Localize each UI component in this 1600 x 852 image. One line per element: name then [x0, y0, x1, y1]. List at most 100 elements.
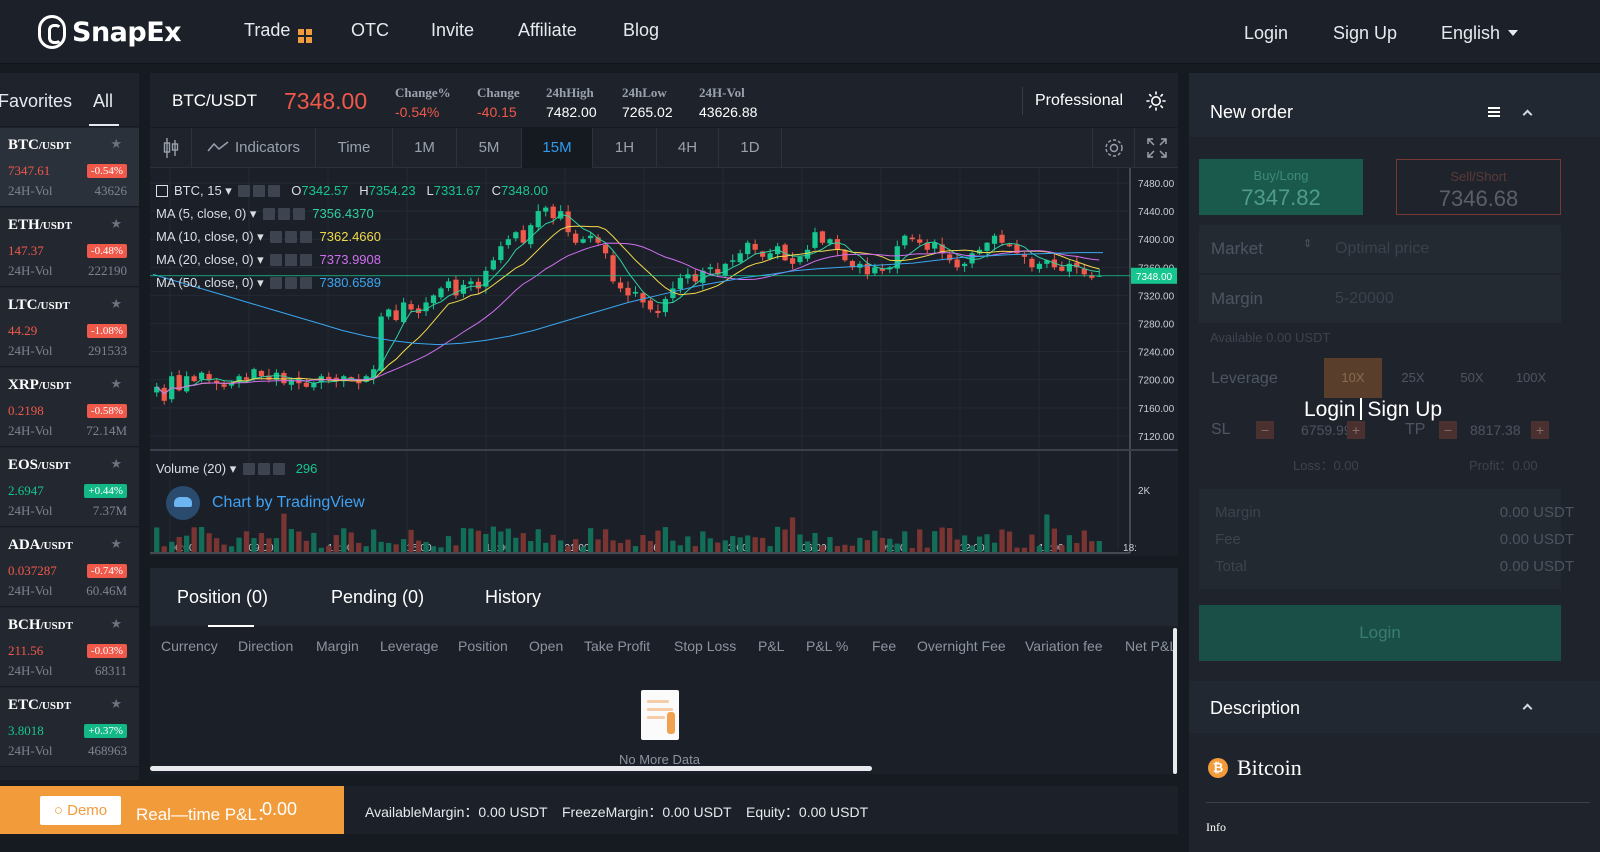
menu-icon[interactable] — [1488, 107, 1500, 117]
list-item[interactable]: ADA/USDT ★ 0.037287 -0.74% 24H-Vol 60.46M — [0, 528, 139, 607]
star-icon[interactable]: ★ — [110, 536, 122, 552]
sl-value[interactable]: 6759.99 — [1301, 422, 1352, 438]
login-link[interactable]: Login — [1244, 23, 1288, 44]
overlay-signup-link[interactable]: Sign Up — [1367, 398, 1442, 421]
vertical-scrollbar[interactable] — [1173, 628, 1177, 774]
star-icon[interactable]: ★ — [110, 376, 122, 392]
interval-5m[interactable]: 5M — [457, 128, 522, 168]
star-icon[interactable]: ★ — [110, 136, 122, 152]
volume-bar — [535, 529, 541, 552]
chevron-up-icon[interactable] — [1522, 703, 1533, 714]
interval-1d[interactable]: 1D — [719, 128, 782, 168]
star-icon[interactable]: ★ — [110, 296, 122, 312]
nav-blog[interactable]: Blog — [623, 20, 659, 41]
list-item[interactable]: LTC/USDT ★ 44.29 -1.08% 24H-Vol 291533 — [0, 288, 139, 367]
gear-icon[interactable] — [257, 463, 270, 475]
tab-all[interactable]: All — [93, 91, 113, 112]
buy-long-button[interactable]: Buy/Long 7347.82 — [1199, 159, 1363, 215]
close-icon[interactable] — [300, 277, 313, 289]
candle-type-button[interactable] — [150, 128, 192, 168]
sl-minus-button[interactable]: − — [1256, 421, 1274, 439]
tradingview-badge[interactable]: Chart by TradingView — [166, 486, 365, 520]
list-item[interactable]: ETC/USDT ★ 3.8018 +0.37% 24H-Vol 468963 — [0, 688, 139, 767]
sl-plus-button[interactable]: + — [1347, 421, 1365, 439]
settings-button[interactable] — [1092, 128, 1135, 168]
gear-icon[interactable] — [278, 208, 291, 220]
signup-link[interactable]: Sign Up — [1333, 23, 1397, 44]
eye-icon[interactable] — [238, 185, 251, 197]
volume-bar — [804, 541, 811, 552]
tp-minus-button[interactable]: − — [1439, 421, 1457, 439]
interval-4h[interactable]: 4H — [657, 128, 719, 168]
close-icon[interactable] — [293, 208, 306, 220]
tp-plus-button[interactable]: + — [1531, 421, 1549, 439]
eye-icon[interactable] — [263, 208, 276, 220]
eye-icon[interactable] — [242, 463, 255, 475]
leverage-50x[interactable]: 50X — [1443, 358, 1501, 398]
demo-icon: ○ — [53, 802, 68, 819]
overlay-login-link[interactable]: Login — [1304, 398, 1355, 421]
gear-icon[interactable] — [253, 185, 266, 197]
professional-toggle[interactable]: Professional — [1022, 87, 1123, 115]
indicators-button[interactable]: Indicators — [192, 128, 316, 168]
close-icon[interactable] — [268, 185, 281, 197]
horizontal-scrollbar[interactable] — [150, 766, 872, 771]
tab-position[interactable]: Position (0) — [177, 587, 268, 608]
tab-favorites[interactable]: Favorites — [0, 91, 72, 112]
tp-value[interactable]: 8817.38 — [1470, 422, 1521, 438]
list-item[interactable]: XRP/USDT ★ 0.2198 -0.58% 24H-Vol 72.14M — [0, 368, 139, 447]
nav-otc[interactable]: OTC — [351, 20, 389, 41]
close-icon[interactable] — [300, 254, 313, 266]
volume-bar — [356, 542, 362, 552]
bitcoin-icon: ₿ — [1208, 758, 1228, 778]
volume-bar — [617, 542, 624, 552]
nav-invite[interactable]: Invite — [431, 20, 474, 41]
leverage-25x[interactable]: 25X — [1384, 358, 1442, 398]
interval-15m[interactable]: 15M — [522, 128, 593, 168]
list-item[interactable]: EOS/USDT ★ 2.6947 +0.44% 24H-Vol 7.37M — [0, 448, 139, 527]
volume-bar — [999, 529, 1005, 552]
leverage-10x[interactable]: 10X — [1324, 358, 1382, 398]
gear-icon[interactable] — [285, 254, 298, 266]
theme-sun-icon[interactable] — [1146, 91, 1166, 111]
leverage-100x[interactable]: 100X — [1502, 358, 1560, 398]
star-icon[interactable]: ★ — [110, 616, 122, 632]
collapse-icon[interactable] — [156, 185, 168, 197]
price-chart[interactable]: 7480.007440.007400.007360.007320.007280.… — [150, 168, 1178, 556]
chevron-up-icon[interactable] — [1522, 109, 1533, 120]
logo[interactable]: SnapEx — [38, 12, 182, 52]
nav-affiliate[interactable]: Affiliate — [518, 20, 577, 41]
demo-button[interactable]: ○ Demo — [40, 796, 121, 825]
order-login-button[interactable]: Login — [1199, 605, 1561, 661]
eye-icon[interactable] — [270, 277, 283, 289]
list-item[interactable]: ETH/USDT ★ 147.37 -0.48% 24H-Vol 222190 — [0, 208, 139, 287]
list-item[interactable]: BCH/USDT ★ 211.56 -0.03% 24H-Vol 68311 — [0, 608, 139, 687]
sell-short-button[interactable]: Sell/Short 7346.68 — [1396, 159, 1561, 215]
close-icon[interactable] — [272, 463, 285, 475]
gear-icon[interactable] — [285, 277, 298, 289]
star-icon[interactable]: ★ — [110, 216, 122, 232]
interval-1h[interactable]: 1H — [593, 128, 657, 168]
list-item[interactable]: BTC/USDT ★ 7347.61 -0.54% 24H-Vol 43626 — [0, 128, 139, 207]
margin-input[interactable]: Margin 5-20000 — [1199, 275, 1561, 323]
star-icon[interactable]: ★ — [110, 696, 122, 712]
language-select[interactable]: English — [1441, 23, 1519, 44]
volume-bar — [1081, 530, 1087, 552]
gear-icon[interactable] — [285, 231, 298, 243]
interval-1m[interactable]: 1M — [393, 128, 457, 168]
time-button[interactable]: Time — [316, 128, 393, 168]
tab-history[interactable]: History — [485, 587, 541, 608]
nav-trade[interactable]: Trade — [244, 20, 313, 43]
divider — [1206, 802, 1590, 803]
volume-bar — [857, 537, 863, 552]
volume-bar — [311, 532, 317, 552]
order-type-select[interactable]: Market ⇕ Optimal price — [1199, 225, 1561, 273]
star-icon[interactable]: ★ — [110, 456, 122, 472]
volume-bar — [730, 536, 736, 552]
eye-icon[interactable] — [270, 254, 283, 266]
close-icon[interactable] — [300, 231, 313, 243]
eye-icon[interactable] — [270, 231, 283, 243]
coin-vol-label: 24H-Vol — [8, 343, 53, 358]
tab-pending[interactable]: Pending (0) — [331, 587, 424, 608]
fullscreen-button[interactable] — [1135, 128, 1178, 168]
